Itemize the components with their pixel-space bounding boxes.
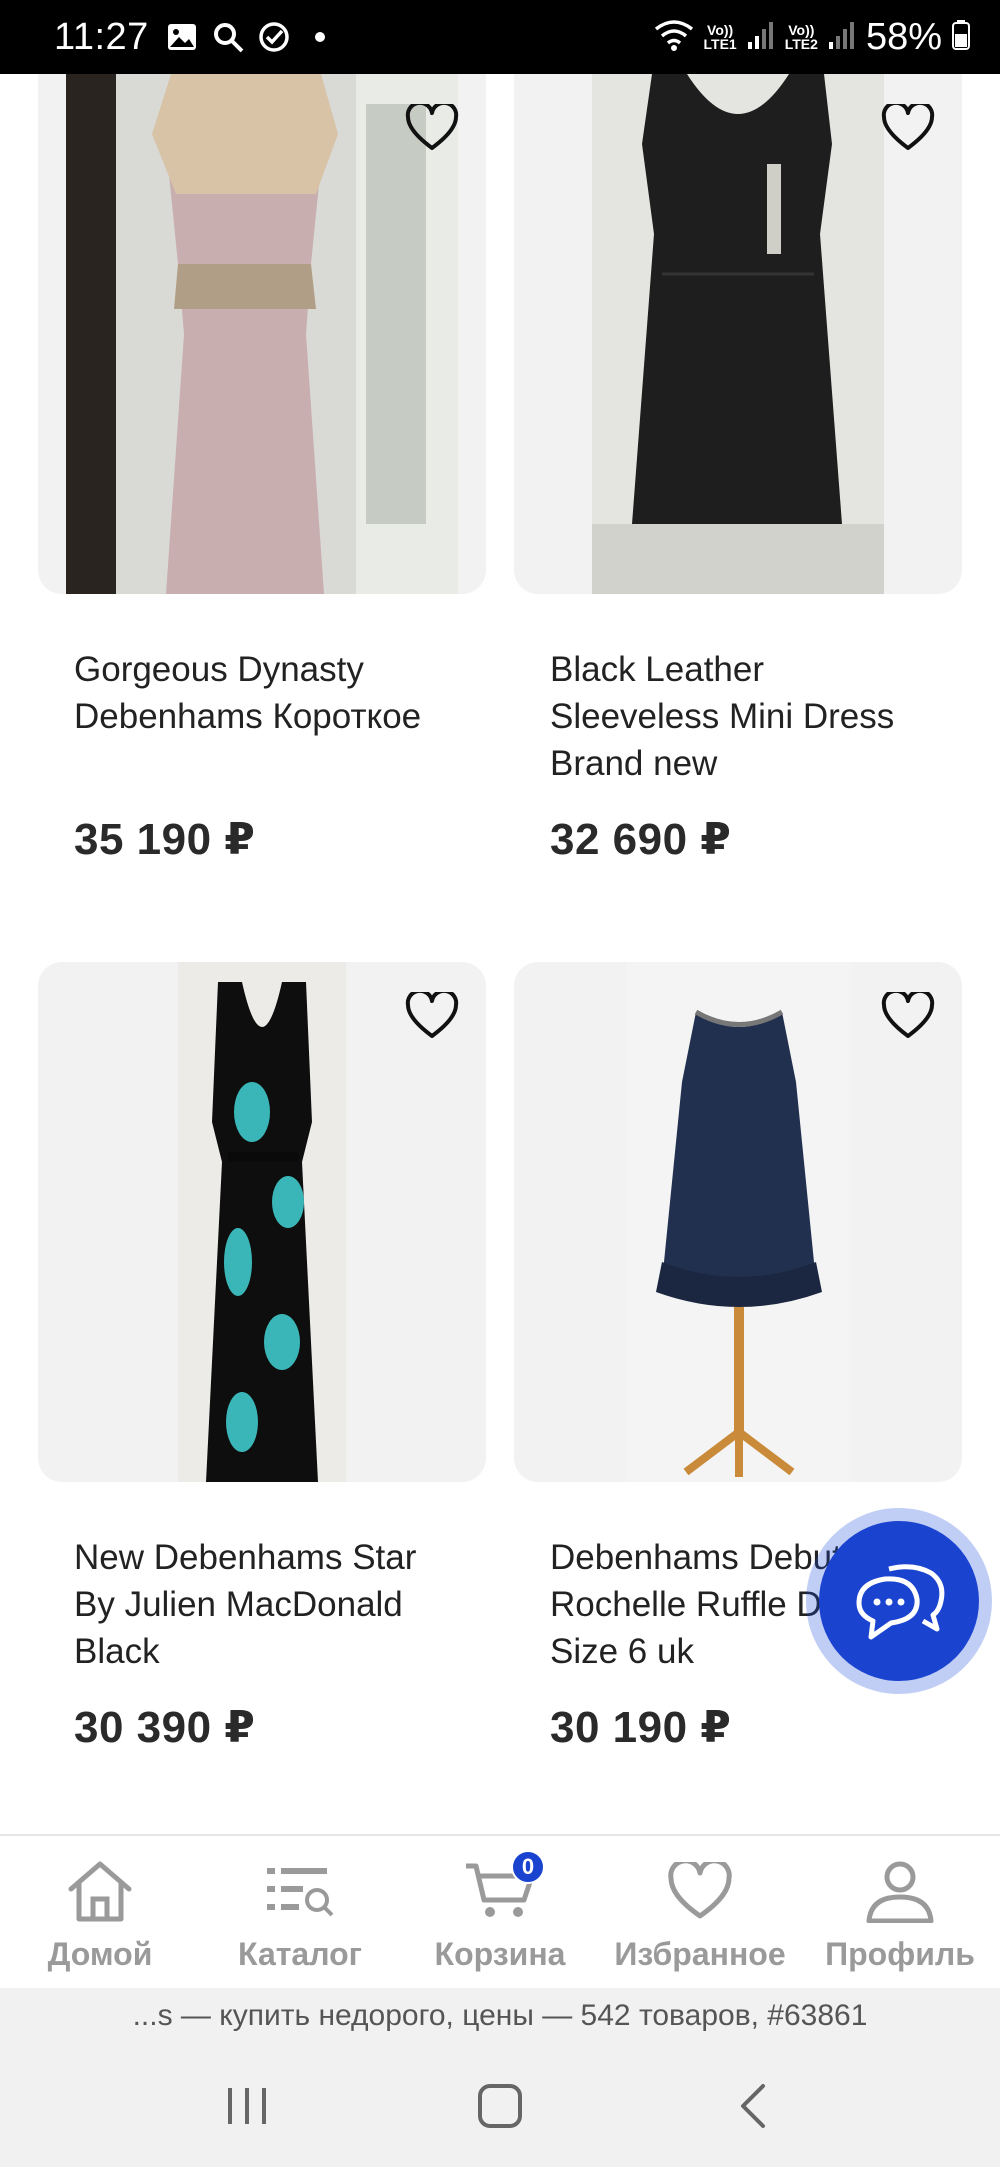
page-title: ...s — купить недорого, цены — 542 товар… — [132, 1999, 868, 2032]
nav-profile[interactable]: Профиль — [800, 1836, 1000, 1988]
heart-icon — [663, 1858, 737, 1924]
product-photo — [626, 962, 852, 1482]
volte2-label: Vo)) — [788, 22, 815, 38]
favorite-button[interactable] — [878, 986, 938, 1046]
product-price: 30 390 ₽ — [74, 1703, 256, 1752]
sim1-indicator: Vo)) LTE1 — [704, 23, 737, 51]
sim2-label: LTE2 — [784, 36, 818, 52]
battery-icon — [952, 19, 970, 55]
product-title[interactable]: New Debenhams Star By Julien MacDonald B… — [74, 1534, 464, 1675]
sim1-label: LTE1 — [703, 36, 737, 52]
heart-outline-icon — [405, 104, 459, 150]
cart-badge: 0 — [511, 1850, 545, 1884]
nav-cart-label: Корзина — [434, 1936, 566, 1972]
back-button[interactable] — [713, 2066, 793, 2146]
nav-home[interactable]: Домой — [0, 1836, 200, 1988]
heart-outline-icon — [881, 992, 935, 1038]
product-price: 30 190 ₽ — [550, 1703, 732, 1752]
product-image[interactable] — [38, 962, 486, 1482]
favorite-button[interactable] — [402, 986, 462, 1046]
product-image[interactable] — [514, 962, 962, 1482]
nav-home-label: Домой — [47, 1936, 153, 1972]
catalog-icon — [263, 1858, 337, 1924]
page-title-bar: ...s — купить недорого, цены — 542 товар… — [0, 1988, 1000, 2044]
system-status-icons: Vo)) LTE1 Vo)) LTE2 58% — [654, 16, 970, 59]
sim2-indicator: Vo)) LTE2 — [785, 23, 818, 51]
nav-favorites-label: Избранное — [614, 1936, 786, 1972]
home-system-button[interactable] — [460, 2066, 540, 2146]
product-title[interactable]: Black Leather Sleeveless Mini Dress Bran… — [550, 646, 940, 787]
nav-catalog-label: Каталог — [238, 1936, 362, 1972]
signal2-icon — [828, 20, 856, 55]
favorite-button[interactable] — [878, 98, 938, 158]
product-title[interactable]: Gorgeous Dynasty Debenhams Короткое — [74, 646, 464, 740]
gallery-icon — [165, 20, 199, 54]
recent-apps-button[interactable] — [207, 2066, 287, 2146]
product-image[interactable] — [514, 74, 962, 594]
heart-outline-icon — [881, 104, 935, 150]
back-chevron-icon — [741, 2083, 766, 2128]
cart-icon: 0 — [463, 1850, 545, 1924]
system-navigation-bar — [0, 2044, 1000, 2167]
product-photo — [592, 74, 884, 594]
notification-icons — [165, 20, 337, 54]
search-icon — [211, 20, 245, 54]
favorite-button[interactable] — [402, 98, 462, 158]
nav-catalog[interactable]: Каталог — [200, 1836, 400, 1988]
status-bar: 11:27 Vo)) LTE1 Vo)) LTE2 58% — [0, 0, 1000, 74]
profile-icon — [863, 1858, 937, 1924]
volte1-label: Vo)) — [707, 22, 734, 38]
wifi-icon — [654, 19, 694, 56]
battery-percent: 58% — [865, 15, 942, 58]
product-image[interactable] — [38, 74, 486, 594]
nav-favorites[interactable]: Избранное — [600, 1836, 800, 1988]
product-photo — [178, 962, 346, 1482]
home-square-icon — [477, 2083, 522, 2128]
nav-cart[interactable]: 0 Корзина — [400, 1836, 600, 1988]
recent-apps-icon — [227, 2087, 266, 2124]
product-price: 35 190 ₽ — [74, 815, 256, 864]
nav-profile-label: Профиль — [825, 1936, 975, 1972]
home-icon — [63, 1858, 137, 1924]
check-circle-icon — [257, 20, 291, 54]
dot-icon — [303, 20, 337, 54]
product-photo — [66, 74, 458, 594]
chat-button-inner — [819, 1521, 979, 1681]
signal1-icon — [747, 20, 775, 55]
chat-bubbles-icon — [856, 1564, 945, 1640]
heart-outline-icon — [405, 992, 459, 1038]
status-time: 11:27 — [54, 15, 149, 58]
product-price: 32 690 ₽ — [550, 815, 732, 864]
bottom-navigation: Домой Каталог 0 Корзина Избранное Профил… — [0, 1834, 1000, 1988]
chat-button[interactable] — [806, 1508, 992, 1694]
